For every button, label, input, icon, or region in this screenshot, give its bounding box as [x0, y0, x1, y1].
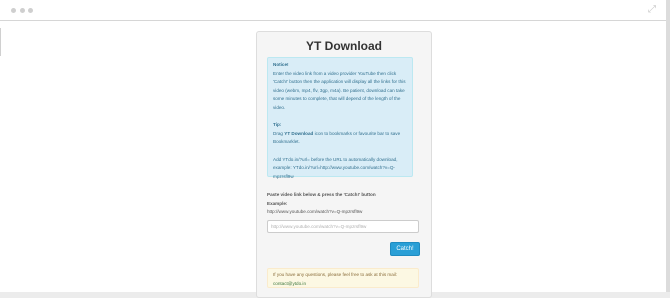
- tip-prefix: Drag: [273, 130, 283, 136]
- example-label: Example:: [267, 200, 288, 206]
- catch-button[interactable]: Catch!: [390, 242, 420, 256]
- browser-window: ⤢ YT Download Notice! Enter the video li…: [0, 0, 666, 298]
- tip-heading: Tip:: [273, 122, 282, 128]
- fullscreen-icon[interactable]: ⤢: [648, 5, 657, 15]
- bookmarklet-link[interactable]: YT Download: [284, 131, 313, 136]
- notice-extra: Add YTdo.in/?url= before the URL to auto…: [273, 156, 398, 179]
- video-url-input[interactable]: [267, 220, 419, 233]
- minimize-dot-icon[interactable]: [20, 8, 25, 13]
- help-box: If you have any questions, please feel f…: [267, 268, 419, 288]
- scrollbar[interactable]: [666, 0, 670, 292]
- instruction-label: Paste video link below & press the 'Catc…: [267, 192, 376, 197]
- help-text: If you have any questions, please feel f…: [273, 272, 398, 277]
- notice-body: Enter the video link from a video provid…: [273, 70, 406, 110]
- title-bar: ⤢: [0, 0, 666, 21]
- page-title: YT Download: [306, 39, 382, 53]
- form-instructions: Paste video link below & press the 'Catc…: [267, 191, 427, 217]
- left-edge-divider: [0, 28, 1, 56]
- notice-box: Notice! Enter the video link from a vide…: [267, 57, 413, 179]
- close-dot-icon[interactable]: [11, 8, 16, 13]
- contact-email-link[interactable]: contact@ytdo.in: [273, 281, 306, 286]
- scrollbar-thumb[interactable]: [666, 0, 670, 292]
- tip-text: Drag YT Download icon to bookmarks or fa…: [273, 130, 407, 147]
- example-url: http://www.youtube.com/watch?v=Q-mpzrsfl…: [267, 209, 363, 215]
- notice-heading: Notice!: [273, 62, 289, 67]
- download-panel: YT Download Notice! Enter the video link…: [256, 31, 432, 298]
- maximize-dot-icon[interactable]: [28, 8, 33, 13]
